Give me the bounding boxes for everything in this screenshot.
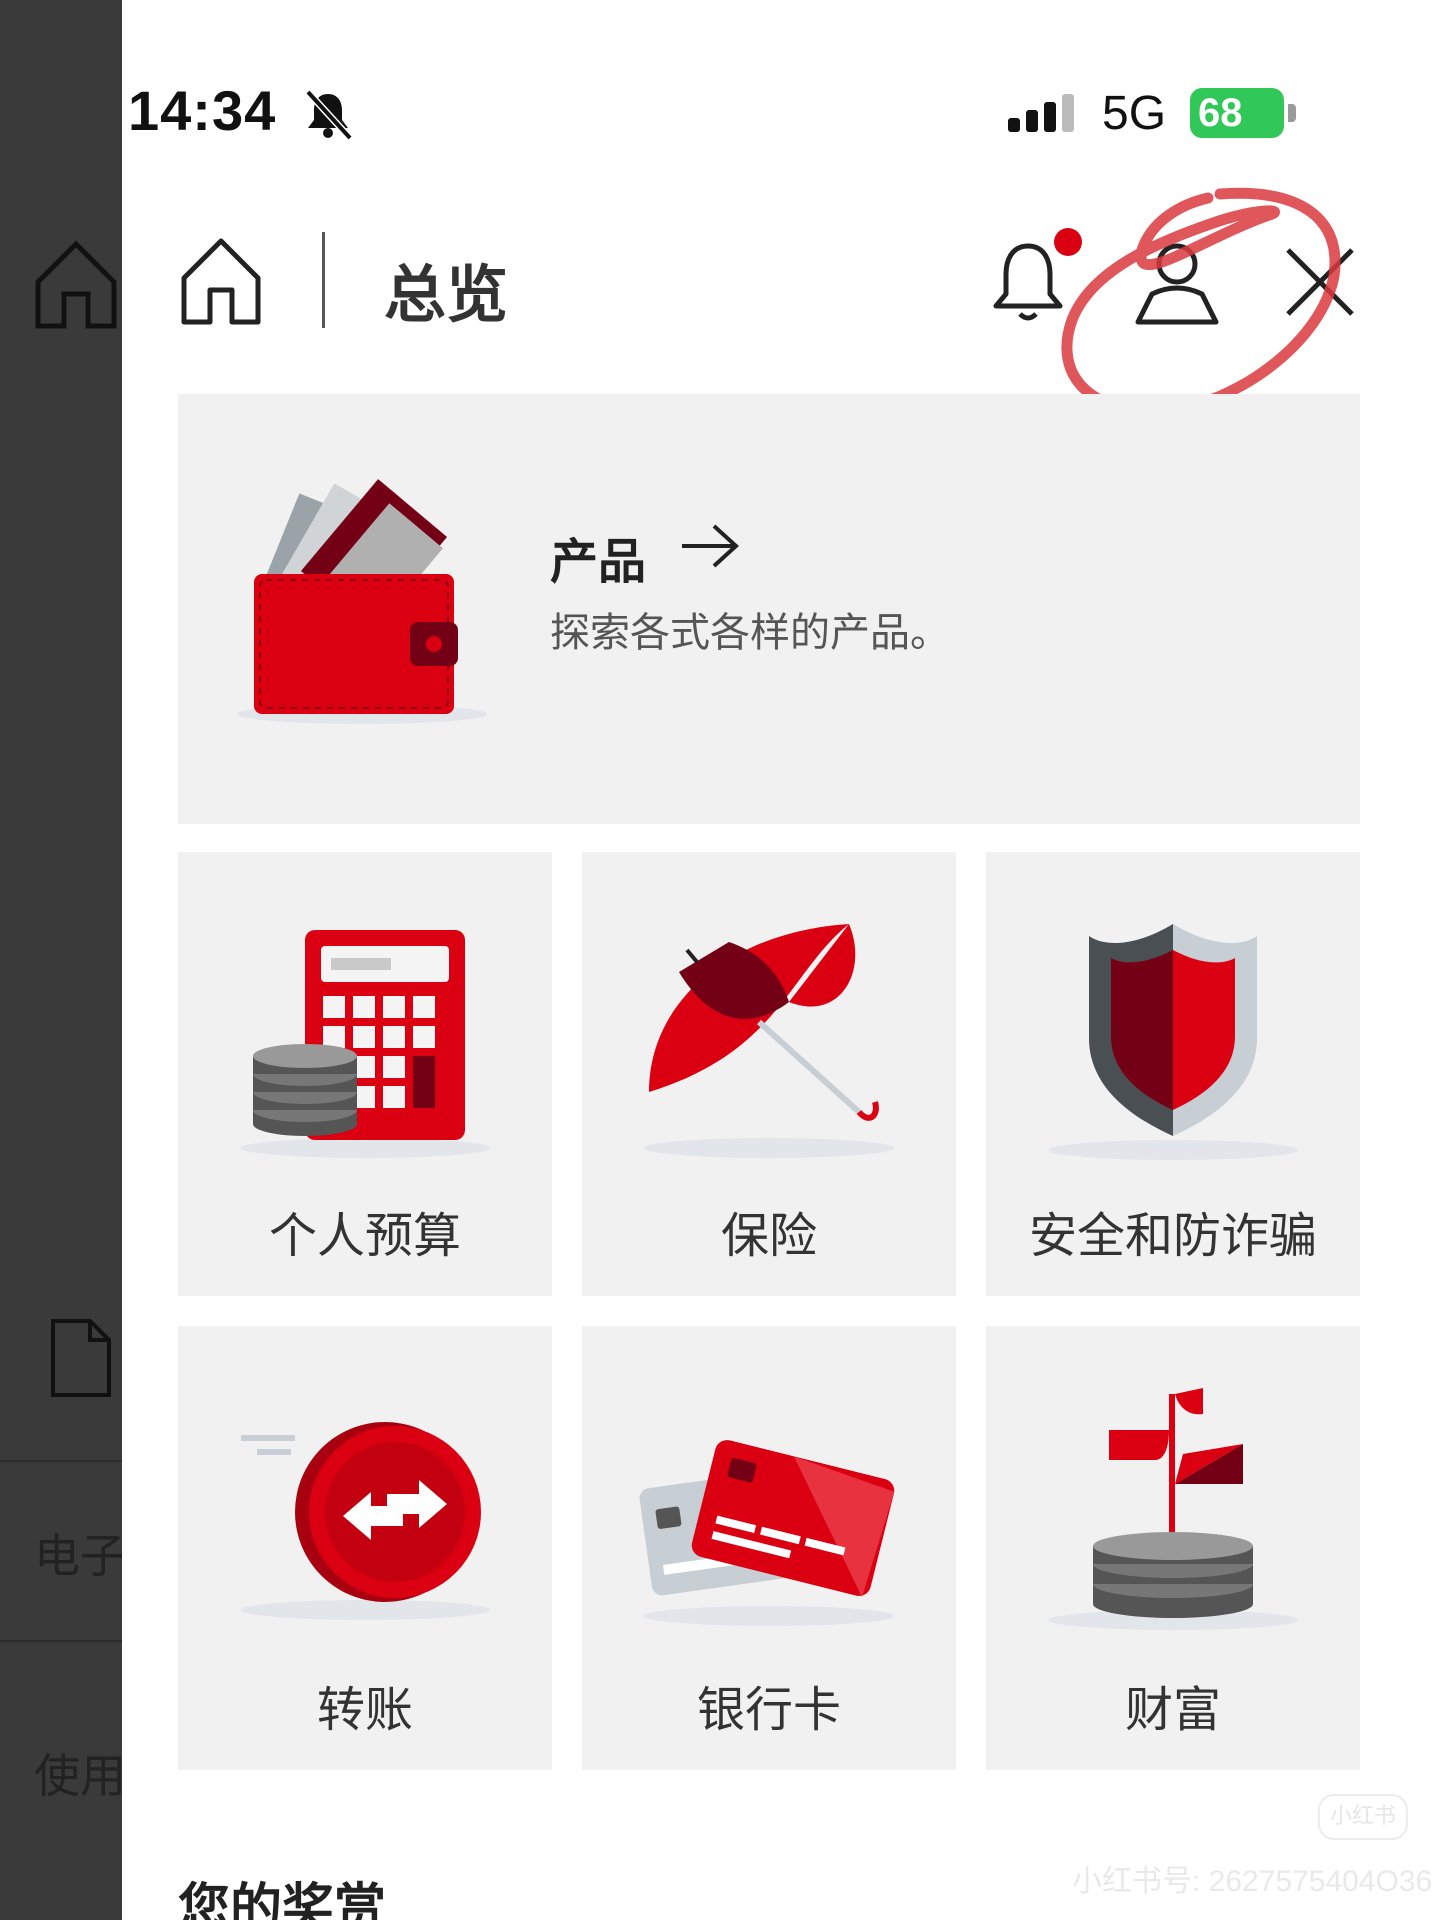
watermark-badge: 小红书 [1318, 1794, 1408, 1840]
arrow-right-icon [682, 524, 739, 568]
battery-indicator: 68 [1190, 88, 1284, 138]
header-divider [322, 232, 325, 328]
tile-security-fraud[interactable]: 安全和防诈骗 [986, 852, 1360, 1296]
background-label-1: 电子 [34, 1529, 122, 1583]
products-banner[interactable]: 产品 探索各式各样的产品。 [178, 394, 1360, 824]
tile-label: 个人预算 [268, 1208, 461, 1264]
watermark-text: 小红书号: 2627575404O36 [1072, 1865, 1433, 1898]
rewards-section-title: 您的奖赏 [178, 1879, 387, 1920]
shield-icon [1048, 924, 1298, 1160]
overview-panel: 14:34 5G 68 总览 产品 探索各式各样的产品。 个人预算 保险 安全和… [122, 0, 1440, 1920]
tile-label: 财富 [1124, 1682, 1221, 1738]
calculator-illustration [240, 930, 490, 1158]
background-divider [0, 1640, 122, 1642]
products-title: 产品 [550, 534, 647, 590]
background-home-icon [35, 240, 117, 329]
battery-cap [1288, 104, 1296, 122]
tile-transfer[interactable]: 转账 [178, 1326, 552, 1770]
tile-label: 保险 [720, 1208, 817, 1264]
background-page-strip: 电子 使用 [0, 0, 122, 1920]
close-icon[interactable] [1282, 244, 1358, 320]
background-divider [0, 1460, 122, 1462]
profile-icon[interactable] [1132, 238, 1222, 326]
umbrella-illustration [644, 924, 894, 1158]
tile-label: 银行卡 [696, 1682, 841, 1738]
status-time: 14:34 [128, 79, 277, 142]
tile-personal-budget[interactable]: 个人预算 [178, 852, 552, 1296]
page-title: 总览 [384, 258, 509, 331]
tile-label: 安全和防诈骗 [1028, 1208, 1317, 1264]
tile-wealth[interactable]: 财富 [986, 1326, 1360, 1770]
background-label-2: 使用 [34, 1749, 122, 1803]
cellular-signal-icon [1008, 94, 1074, 132]
bank-cards-illustration [639, 1440, 895, 1626]
transfer-coin-illustration [240, 1422, 490, 1620]
tile-insurance[interactable]: 保险 [582, 852, 956, 1296]
tile-label: 转账 [316, 1682, 413, 1738]
background-document-icon [51, 1319, 111, 1397]
home-icon[interactable] [180, 236, 262, 326]
silent-mode-icon [305, 89, 353, 140]
tile-bank-cards[interactable]: 银行卡 [582, 1326, 956, 1770]
notification-badge [1054, 228, 1082, 256]
network-type: 5G [1102, 87, 1167, 140]
plant-coins-illustration [1048, 1388, 1298, 1630]
wallet-illustration [237, 479, 487, 724]
products-description: 探索各式各样的产品。 [550, 610, 950, 656]
